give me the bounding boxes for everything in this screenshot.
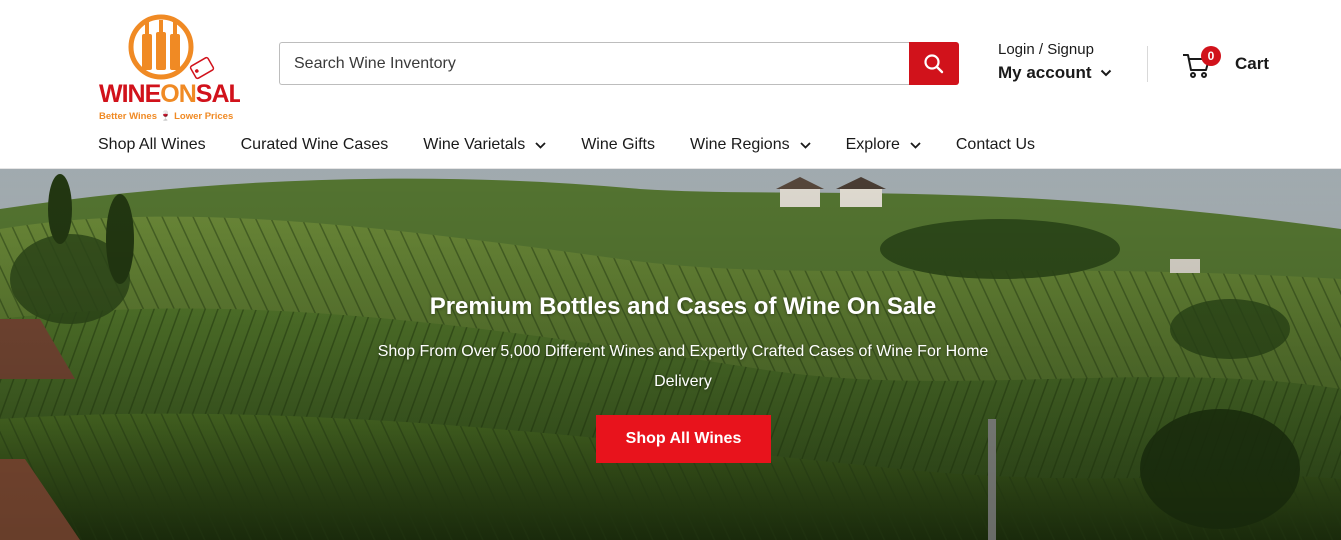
logo-word-sale: SALE — [196, 80, 240, 108]
nav-item-label: Wine Varietals — [423, 136, 526, 153]
hero-content: Premium Bottles and Cases of Wine On Sal… — [0, 169, 1341, 540]
svg-text:WINEONSALE: WINEONSALE — [99, 80, 240, 108]
nav-item-contact-us[interactable]: Contact Us — [956, 136, 1035, 154]
cart-label: Cart — [1235, 54, 1270, 73]
cart-button[interactable]: 0 Cart — [1181, 46, 1269, 82]
hero-subtitle: Shop From Over 5,000 Different Wines and… — [377, 343, 989, 390]
main-nav: Shop All Wines Curated Wine Cases Wine V… — [98, 133, 1070, 157]
hero-banner: Premium Bottles and Cases of Wine On Sal… — [0, 169, 1341, 540]
site-header: WINEONSALE Better Wines 🍷 Lower Prices L… — [0, 0, 1341, 169]
my-account-dropdown[interactable]: My account — [998, 63, 1112, 83]
chevron-down-icon — [910, 141, 921, 149]
search-input[interactable] — [279, 42, 909, 85]
shop-all-wines-button[interactable]: Shop All Wines — [596, 415, 771, 463]
chevron-down-icon — [1100, 69, 1111, 77]
search-button[interactable] — [909, 42, 959, 85]
nav-item-shop-all-wines[interactable]: Shop All Wines — [98, 136, 206, 154]
chevron-down-icon — [535, 141, 546, 149]
cart-count-badge: 0 — [1201, 46, 1221, 66]
nav-item-wine-varietals[interactable]: Wine Varietals — [423, 136, 546, 154]
logo-tagline: Better Wines 🍷 Lower Prices — [99, 110, 233, 122]
nav-item-label: Curated Wine Cases — [240, 136, 389, 153]
nav-item-label: Wine Regions — [690, 136, 790, 153]
nav-item-curated-wine-cases[interactable]: Curated Wine Cases — [241, 136, 389, 154]
chevron-down-icon — [799, 141, 811, 149]
hero-title: Premium Bottles and Cases of Wine On Sal… — [429, 293, 937, 320]
logo-word-wine: WINE — [99, 80, 161, 108]
nav-item-explore[interactable]: Explore — [846, 136, 921, 154]
account-menu: Login / Signup My account — [998, 41, 1112, 83]
search-icon — [924, 53, 944, 73]
nav-item-wine-gifts[interactable]: Wine Gifts — [581, 136, 655, 154]
login-signup-link[interactable]: Login / Signup — [998, 41, 1112, 58]
nav-item-label: Shop All Wines — [98, 136, 206, 153]
nav-item-label: Contact Us — [955, 136, 1035, 153]
logo-word-on: ON — [160, 80, 196, 108]
cart-icon-wrap: 0 — [1181, 46, 1221, 80]
logo-graphic: WINEONSALE Better Wines 🍷 Lower Prices — [99, 14, 260, 122]
my-account-label: My account — [998, 63, 1092, 82]
nav-item-label: Explore — [845, 136, 900, 153]
nav-item-wine-regions[interactable]: Wine Regions — [690, 136, 811, 154]
nav-item-label: Wine Gifts — [581, 136, 655, 153]
site-logo[interactable]: WINEONSALE Better Wines 🍷 Lower Prices — [98, 10, 260, 122]
search-bar — [279, 42, 959, 85]
header-divider — [1147, 46, 1148, 82]
